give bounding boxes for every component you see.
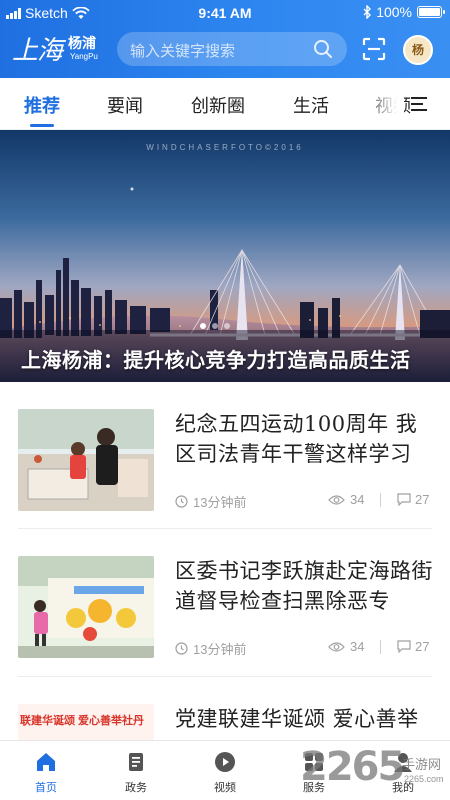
hero-banner[interactable]: WINDCHASERFOTO©2016 上海杨浦：提升核心竞争力打造高品质生活 xyxy=(0,130,450,382)
carousel-dot[interactable] xyxy=(212,323,218,329)
comment-icon xyxy=(397,640,411,653)
carousel-dot-active[interactable] xyxy=(200,323,206,329)
hero-photo-credit: WINDCHASERFOTO©2016 xyxy=(146,143,304,152)
news-views-count: 34 xyxy=(350,639,365,654)
clock-icon xyxy=(175,495,188,508)
battery-percent: 100% xyxy=(376,4,412,20)
battery-icon xyxy=(417,6,445,18)
news-time-text: 13分钟前 xyxy=(193,495,247,510)
news-title[interactable]: 区委书记李跃旗赴定海路街道督导检查扫黑除恶专 xyxy=(175,556,433,616)
tab-innovation[interactable]: 创新圈 xyxy=(191,92,245,118)
logo-main-text: 上海 xyxy=(12,36,63,66)
watermark-url: 2265.com xyxy=(404,774,444,784)
carousel-dots xyxy=(200,323,230,329)
news-title[interactable]: 纪念五四运动100周年 我区司法青年干警这样学习 xyxy=(175,409,433,469)
news-item[interactable]: 区委书记李跃旗赴定海路街道督导检查扫黑除恶专 13分钟前 34 27 xyxy=(0,529,450,676)
app-header: Sketch 9:41 AM 100% 上海 杨浦 YangPu 输入关键字搜索 xyxy=(0,0,450,78)
news-comments[interactable]: 27 xyxy=(397,639,429,654)
eye-icon xyxy=(328,494,345,505)
meta-separator xyxy=(380,640,381,654)
news-views: 34 xyxy=(328,639,364,654)
status-right: 100% xyxy=(363,4,445,20)
logo-english-text: YangPu xyxy=(70,52,98,61)
carousel-dot[interactable] xyxy=(224,323,230,329)
news-thumbnail xyxy=(18,556,154,658)
thumbnail-banner-text: 联建华诞颂 爱心善举社丹 xyxy=(20,715,145,727)
tab-news[interactable]: 要闻 xyxy=(107,92,143,118)
watermark-number: 2265 xyxy=(300,744,405,790)
logo-sub-text: 杨浦 xyxy=(68,35,96,51)
nav-government[interactable]: 政务 xyxy=(106,751,166,795)
mural-photo xyxy=(18,556,154,658)
comment-icon xyxy=(397,493,411,506)
menu-icon[interactable] xyxy=(410,96,428,112)
site-watermark: 2265 手游网 2265.com xyxy=(300,744,450,796)
play-icon xyxy=(215,752,235,772)
news-views-count: 34 xyxy=(350,492,365,507)
news-comments-count: 27 xyxy=(415,492,430,507)
active-tab-indicator xyxy=(30,124,54,127)
news-comments[interactable]: 27 xyxy=(397,492,429,507)
news-views: 34 xyxy=(328,492,364,507)
eye-icon xyxy=(328,641,345,652)
classroom-photo xyxy=(18,409,154,511)
nav-home-label: 首页 xyxy=(35,782,57,794)
news-thumbnail: 联建华诞颂 爱心善举社丹 xyxy=(18,704,154,740)
home-icon xyxy=(37,753,55,771)
news-time-text: 13分钟前 xyxy=(193,642,247,657)
category-tabs: 推荐 要闻 创新圈 生活 视频 xyxy=(0,78,450,130)
nav-government-label: 政务 xyxy=(125,782,147,794)
app-logo[interactable]: 上海 杨浦 YangPu xyxy=(12,30,108,66)
search-icon[interactable] xyxy=(313,39,333,59)
news-time: 13分钟前 xyxy=(175,639,246,658)
nav-home[interactable]: 首页 xyxy=(16,751,76,795)
news-time: 13分钟前 xyxy=(175,492,246,511)
tab-life[interactable]: 生活 xyxy=(293,92,329,118)
bluetooth-icon xyxy=(363,5,372,19)
nav-video[interactable]: 视频 xyxy=(195,751,255,795)
meta-separator xyxy=(380,493,381,507)
news-meta: 13分钟前 34 27 xyxy=(175,492,433,510)
news-item[interactable]: 联建华诞颂 爱心善举社丹 党建联建华诞颂 爱心善举 xyxy=(0,677,450,740)
clock-icon xyxy=(175,642,188,655)
news-item[interactable]: 纪念五四运动100周年 我区司法青年干警这样学习 13分钟前 34 27 xyxy=(0,382,450,529)
watermark-site-name: 手游网 xyxy=(402,757,442,772)
news-thumbnail xyxy=(18,409,154,511)
search-placeholder: 输入关键字搜索 xyxy=(130,43,236,60)
tab-recommend[interactable]: 推荐 xyxy=(24,92,60,118)
news-comments-count: 27 xyxy=(415,639,430,654)
news-meta: 13分钟前 34 27 xyxy=(175,639,433,657)
status-bar: Sketch 9:41 AM 100% xyxy=(0,0,450,26)
hero-title[interactable]: 上海杨浦：提升核心竞争力打造高品质生活 xyxy=(21,344,411,373)
nav-video-label: 视频 xyxy=(214,782,236,794)
avatar[interactable]: 杨 xyxy=(403,35,433,65)
search-input[interactable]: 输入关键字搜索 xyxy=(117,32,347,66)
tab-fade xyxy=(360,78,404,129)
document-icon xyxy=(129,753,143,771)
scan-icon[interactable] xyxy=(362,37,386,61)
news-title[interactable]: 党建联建华诞颂 爱心善举 xyxy=(175,704,433,736)
